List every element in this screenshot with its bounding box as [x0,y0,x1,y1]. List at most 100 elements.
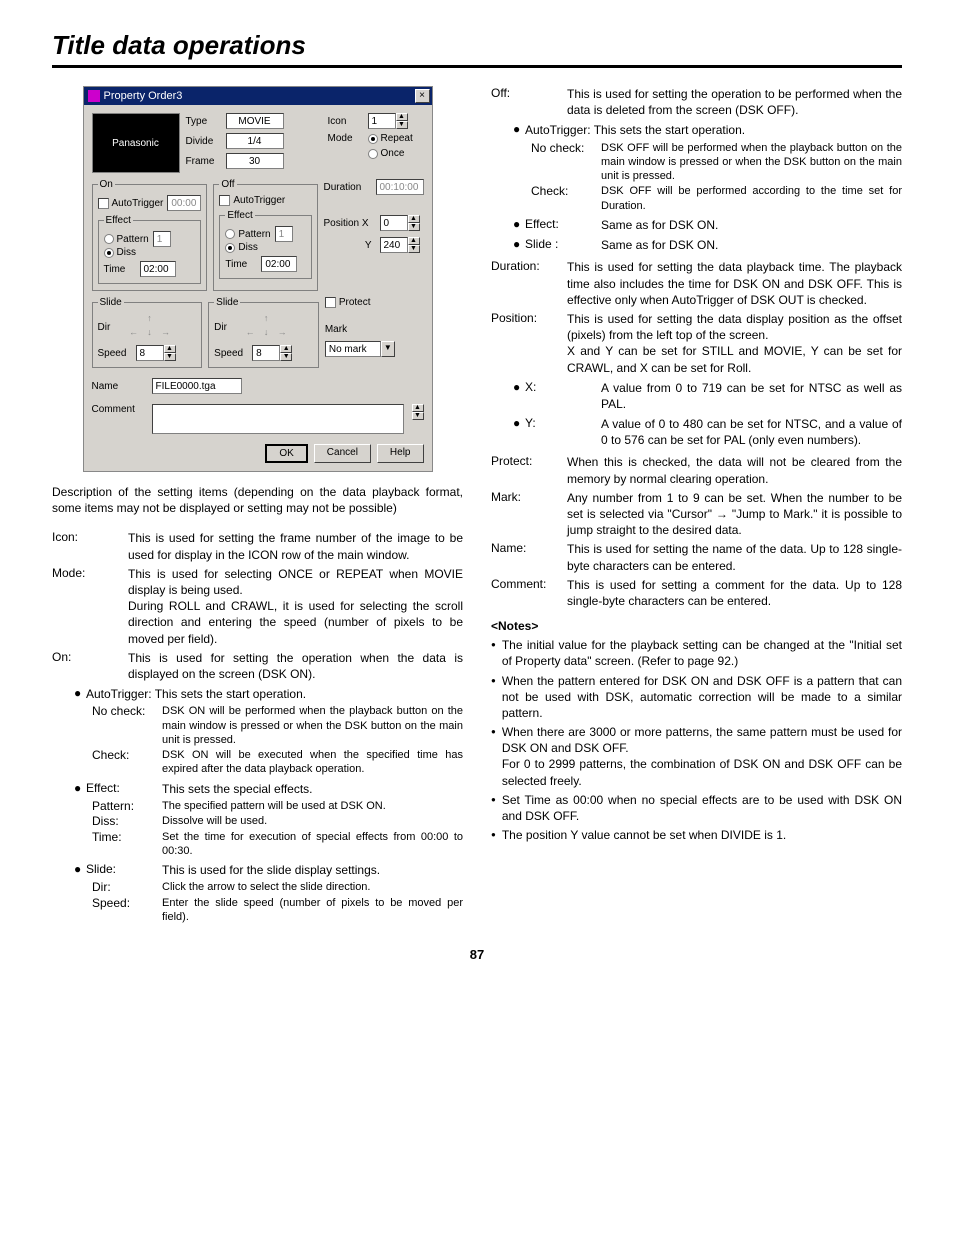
icon-desc: This is used for setting the frame numbe… [128,530,463,562]
on-slide-speed-spinner[interactable]: 8▲▼ [136,345,176,361]
mark-desc: Any number from 1 to 9 can be set. When … [567,490,902,539]
icon-spinner[interactable]: 1▲▼ [368,113,408,129]
on-legend: On [98,179,115,190]
divide-label: Divide [186,136,222,147]
mode-repeat-radio[interactable]: Repeat [368,133,413,144]
off-group: Off AutoTrigger Effect Pattern1 Diss Tim… [213,179,317,291]
on-slide-dir-arrows[interactable]: ↑←↓→ [126,313,174,341]
protect-desc: When this is checked, the data will not … [567,454,902,486]
note-2: When the pattern entered for DSK ON and … [502,673,902,722]
off-slide-speed-spinner[interactable]: 8▲▼ [252,345,292,361]
cancel-button[interactable]: Cancel [314,444,371,463]
position-x-label: Position X [324,218,376,229]
pattern-term: Pattern: [92,799,162,813]
on-time-field[interactable]: 02:00 [140,261,176,277]
frame-field: 30 [226,153,284,169]
app-icon [88,90,100,102]
duration-label: Duration [324,182,372,193]
note-5: The position Y value cannot be set when … [502,827,786,843]
on-group: On AutoTrigger00:00 Effect Pattern 1 Diss… [92,179,208,291]
frame-label: Frame [186,156,222,167]
on-time-label: Time [104,264,136,275]
on-desc: This is used for setting the operation w… [128,650,463,682]
off-time-label: Time [225,259,257,270]
slide-bullet-desc: This is used for the slide display setti… [162,862,463,878]
off-desc: This is used for setting the operation t… [567,86,902,118]
divide-field: 1/4 [226,133,284,149]
dir-term: Dir: [92,880,162,894]
ok-button[interactable]: OK [265,444,307,463]
on-effect-group: Effect Pattern 1 Diss Time 02:00 [98,215,202,284]
effect-bullet-term: Effect: [86,781,162,797]
mark-combo[interactable]: No mark▼ [325,341,424,357]
diss-desc: Dissolve will be used. [162,814,463,828]
icon-label: Icon [328,116,364,127]
off-check-term: Check: [531,184,601,213]
check-term: Check: [92,748,162,777]
off-nocheck-term: No check: [531,141,601,184]
comment-label: Comment [92,404,144,415]
off-legend: Off [219,179,236,190]
duration-desc: This is used for setting the data playba… [567,259,902,308]
mode-once-radio[interactable]: Once [368,148,405,159]
dir-desc: Click the arrow to select the slide dire… [162,880,463,894]
protect-check[interactable]: Protect [325,297,371,308]
off-effect-legend: Effect [225,210,254,221]
comment-field[interactable] [152,404,404,434]
name-field[interactable]: FILE0000.tga [152,378,242,394]
type-label: Type [186,116,222,127]
notes-heading: <Notes> [491,619,902,633]
off-slide-dir-arrows[interactable]: ↑←↓→ [242,313,290,341]
on-diss-radio[interactable]: Diss [104,247,136,258]
mark-term: Mark: [491,490,567,539]
duration-field[interactable]: 00:10:00 [376,179,424,195]
nocheck-term: No check: [92,704,162,747]
check-desc: DSK ON will be executed when the specifi… [162,748,463,777]
mode-label: Mode [328,133,364,144]
on-effect-legend: Effect [104,215,133,226]
nocheck-desc: DSK ON will be performed when the playba… [162,704,463,747]
on-autotrigger-check[interactable]: AutoTrigger [98,198,164,209]
off-nocheck-desc: DSK OFF will be performed when the playb… [601,141,902,184]
note-4: Set Time as 00:00 when no special effect… [502,792,902,824]
note-3: When there are 3000 or more patterns, th… [502,724,902,789]
on-pattern-radio[interactable]: Pattern [104,234,149,245]
speed-term: Speed: [92,896,162,925]
off-term: Off: [491,86,567,118]
off-slide-group: Slide Dir ↑←↓→ Speed8▲▼ [208,297,319,368]
time-term: Time: [92,830,162,859]
speed-desc: Enter the slide speed (number of pixels … [162,896,463,925]
page-number: 87 [52,947,902,962]
protect-term: Protect: [491,454,567,486]
slide-bullet-term: Slide: [86,862,162,878]
y-bullet-term: Y: [525,416,601,448]
comment-desc: This is used for setting a comment for t… [567,577,902,609]
help-button[interactable]: Help [377,444,424,463]
duration-term: Duration: [491,259,567,308]
off-pattern-radio[interactable]: Pattern [225,229,270,240]
position-y-spinner[interactable]: 240▲▼ [380,237,420,253]
mode-term: Mode: [52,566,128,647]
time-desc: Set the time for execution of special ef… [162,830,463,859]
position-x-spinner[interactable]: 0▲▼ [380,215,420,231]
on-autotrigger-bullet: AutoTrigger: This sets the start operati… [86,686,463,702]
off-slide-legend: Slide [214,297,240,308]
mode-desc: This is used for selecting ONCE or REPEA… [128,566,463,647]
dialog-title: Property Order3 [104,90,183,102]
position-term: Position: [491,311,567,376]
comment-term: Comment: [491,577,567,609]
on-autotrigger-value: 00:00 [167,195,201,211]
close-button[interactable]: × [415,89,430,103]
off-autotrigger-bullet: AutoTrigger: This sets the start operati… [525,122,902,138]
position-desc: This is used for setting the data displa… [567,311,902,376]
off-time-field[interactable]: 02:00 [261,256,297,272]
name-label: Name [92,381,144,392]
off-effect-group: Effect Pattern1 Diss Time02:00 [219,210,311,279]
property-dialog: Property Order3 × Panasonic TypeMOVIE Di… [83,86,433,472]
off-check-desc: DSK OFF will be performed according to t… [601,184,902,213]
on-pattern-value: 1 [153,231,171,247]
off-diss-radio[interactable]: Diss [225,242,257,253]
intro-paragraph: Description of the setting items (depend… [52,484,463,516]
note-1: The initial value for the playback setti… [502,637,902,669]
off-autotrigger-check[interactable]: AutoTrigger [219,195,285,206]
